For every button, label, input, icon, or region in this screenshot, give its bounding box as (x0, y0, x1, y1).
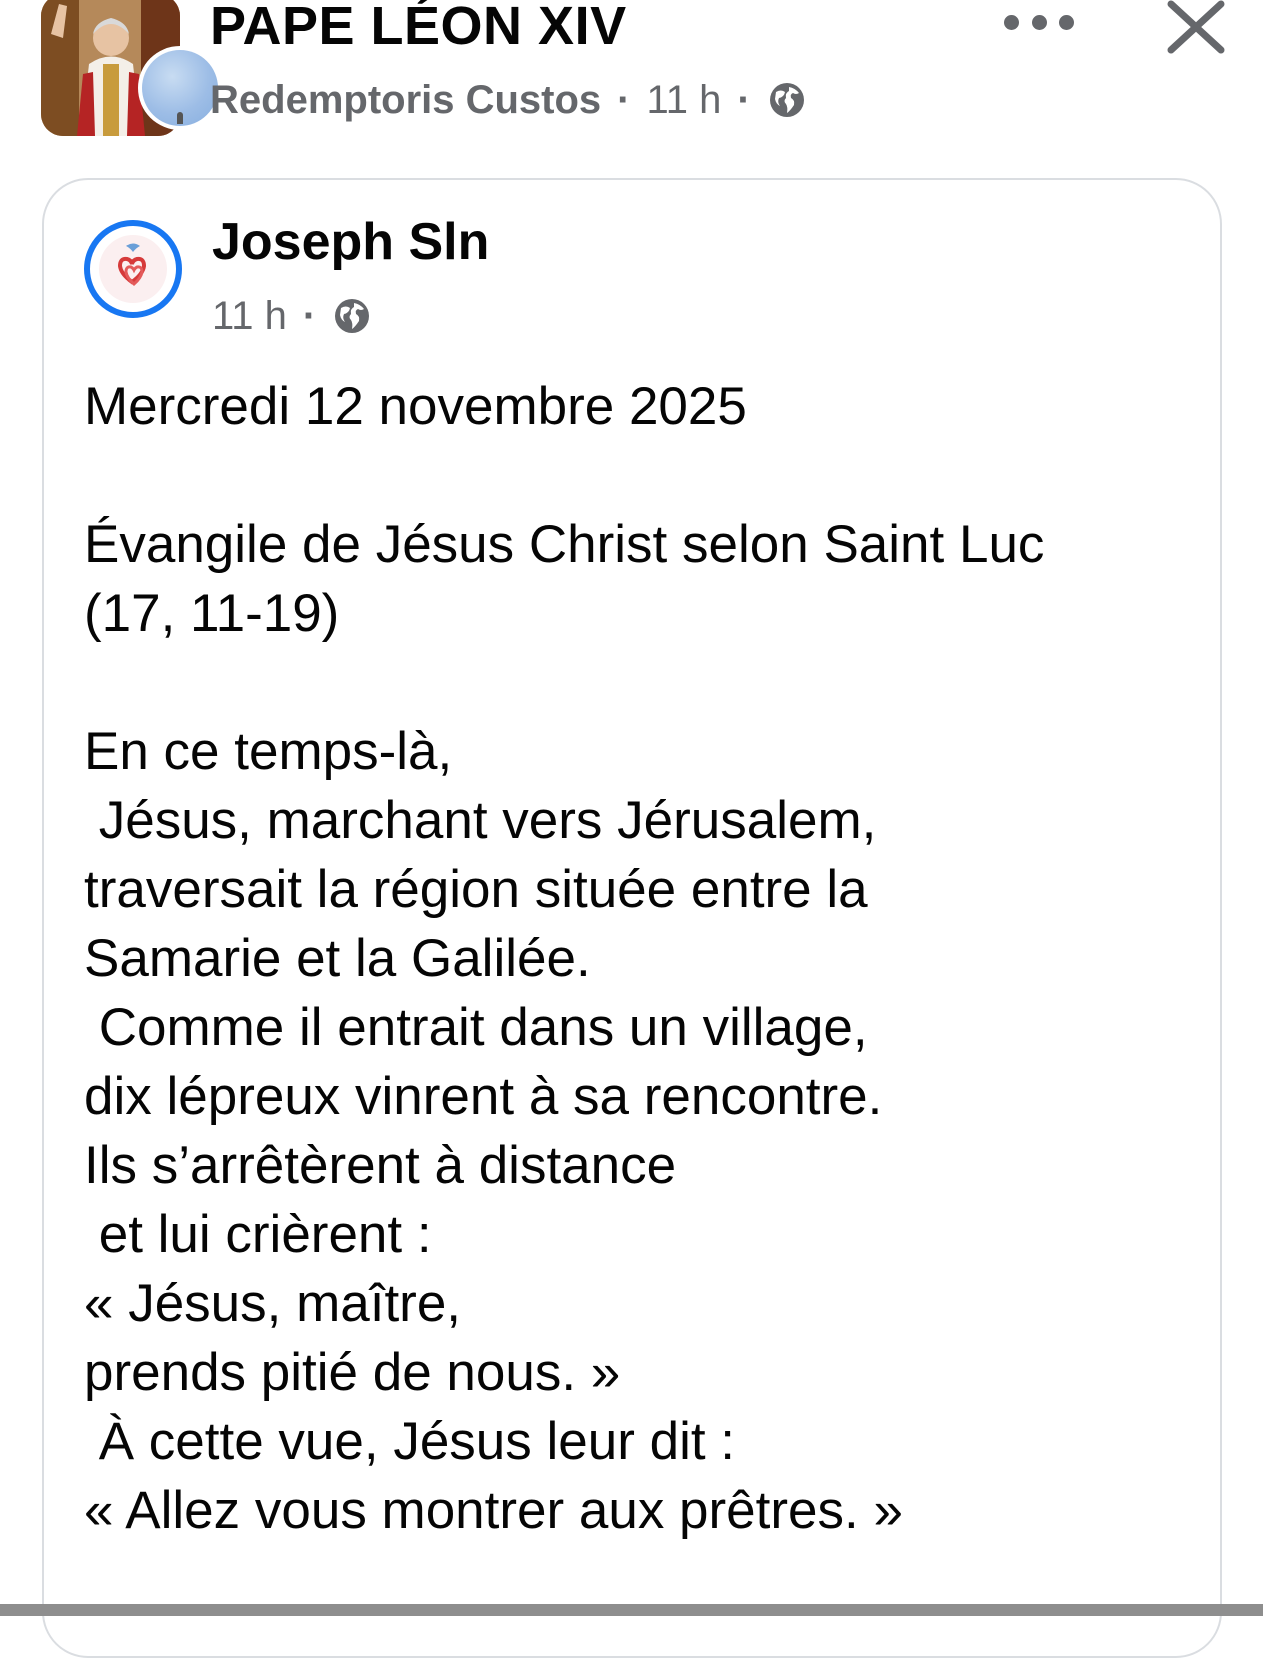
post-text-line: À cette vue, Jésus leur dit : (84, 1412, 736, 1471)
more-options-button[interactable] (1004, 0, 1074, 44)
group-name[interactable]: PAPE LÉON XIV (210, 0, 627, 58)
post-text-line (84, 648, 1194, 717)
meta-separator: · (737, 77, 751, 122)
globe-icon (767, 80, 807, 120)
shared-post-meta: 11 h · (212, 288, 372, 344)
more-dot (1031, 14, 1047, 30)
post-text-line: Ils s’arrêtèrent à distance (84, 1136, 677, 1195)
post-text-line: et lui crièrent : (84, 1205, 432, 1264)
post-text-line: En ce temps-là, (84, 722, 453, 781)
author-avatar-image (142, 50, 218, 126)
post-text-line: Mercredi 12 novembre 2025 (84, 377, 747, 436)
post-text-line: (17, 11-19) (84, 584, 340, 643)
post-text-line: Évangile de Jésus Christ selon Saint Luc (84, 515, 1045, 574)
more-dot (1059, 14, 1074, 30)
group-avatar-stack[interactable] (41, 0, 222, 139)
post-text-line: « Jésus, maître, (84, 1274, 462, 1333)
post-time[interactable]: 11 h (647, 78, 722, 123)
poster-name[interactable]: Joseph Sln (212, 210, 489, 274)
meta-separator: · (302, 293, 317, 338)
post-text-line: prends pitié de nous. » (84, 1343, 621, 1402)
author-name[interactable]: Redemptoris Custos (210, 78, 601, 123)
close-button[interactable] (1165, 0, 1227, 54)
post-text-line: Jésus, marchant vers Jérusalem, (84, 791, 877, 850)
post-text-line: « Allez vous montrer aux prêtres. » (84, 1481, 903, 1540)
post-text-line: dix lépreux vinrent à sa rencontre. (84, 1067, 883, 1126)
post-text-line: Comme il entrait dans un village, (84, 998, 868, 1057)
meta-separator: · (617, 77, 631, 122)
post-text-line (84, 441, 1194, 510)
post-meta: Redemptoris Custos · 11 h · (210, 72, 807, 128)
close-icon (1167, 0, 1225, 54)
shared-post-card[interactable]: Joseph Sln 11 h · Mercredi 12 novembre 2… (42, 178, 1222, 1658)
poster-avatar[interactable] (84, 220, 182, 318)
post-text-line: traversait la région située entre la (84, 860, 868, 919)
sacred-hearts-icon (99, 235, 167, 303)
globe-icon (332, 296, 372, 336)
post-text-line: Samarie et la Galilée. (84, 929, 591, 988)
more-horizontal-icon (1004, 14, 1019, 30)
shared-post-time[interactable]: 11 h (212, 294, 287, 339)
post-text: Mercredi 12 novembre 2025 Évangile de Jé… (84, 372, 1194, 1545)
bottom-scroll-edge (0, 1604, 1263, 1616)
